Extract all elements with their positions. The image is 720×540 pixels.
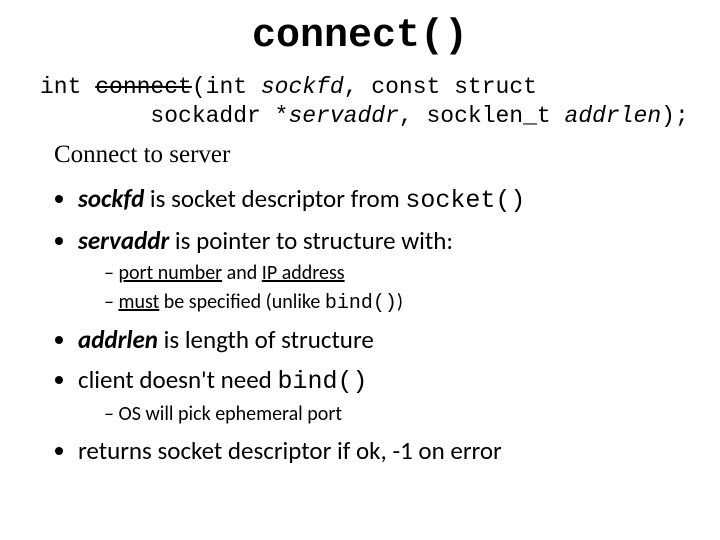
bullet-text: is socket descriptor from xyxy=(144,183,405,214)
code-bind: bind() xyxy=(325,292,397,315)
sub-bullet-ephemeral: OS will pick ephemeral port xyxy=(104,402,680,427)
sig-return-type: int xyxy=(40,74,95,100)
bullet-text: is length of structure xyxy=(158,324,374,355)
slide-title: connect() xyxy=(40,14,680,59)
sig-text-2: , socklen_t xyxy=(399,103,565,129)
sig-text-1: , const struct xyxy=(344,74,537,100)
bullet-addrlen: addrlen is length of structure xyxy=(78,324,680,356)
bullet-text: returns socket descriptor if ok, -1 on e… xyxy=(78,435,502,466)
param-name: servaddr xyxy=(78,225,169,256)
param-name: addrlen xyxy=(78,324,158,355)
sub-text: be specified (unlike xyxy=(159,290,325,314)
sig-param-servaddr: servaddr xyxy=(288,103,398,129)
bullet-list: sockfd is socket descriptor from socket(… xyxy=(54,183,680,467)
sub-text: and xyxy=(222,261,262,285)
underline-ip: IP address xyxy=(262,261,345,285)
sig-open: (int xyxy=(192,74,261,100)
underline-port: port number xyxy=(118,261,222,285)
code-socket: socket() xyxy=(405,186,525,215)
sub-bullet-must: must be specified (unlike bind()) xyxy=(104,290,680,316)
sig-param-sockfd: sockfd xyxy=(261,74,344,100)
underline-must: must xyxy=(118,290,159,314)
sig-param-addrlen: addrlen xyxy=(565,103,662,129)
bullet-sockfd: sockfd is socket descriptor from socket(… xyxy=(78,183,680,217)
sig-line2-indent: sockaddr * xyxy=(40,103,288,129)
code-bind: bind() xyxy=(277,367,367,396)
param-name: sockfd xyxy=(78,183,144,214)
sub-text: OS will pick ephemeral port xyxy=(118,402,342,426)
slide-description: Connect to server xyxy=(54,141,680,169)
slide: connect() int connect(int sockfd, const … xyxy=(0,0,720,540)
bullet-text: client doesn't need xyxy=(78,364,277,395)
bullet-client-bind: client doesn't need bind() OS will pick … xyxy=(78,364,680,427)
bullet-servaddr: servaddr is pointer to structure with: p… xyxy=(78,225,680,316)
bullet-return: returns socket descriptor if ok, -1 on e… xyxy=(78,435,680,467)
sub-bullet-list: port number and IP address must be speci… xyxy=(104,261,680,316)
bullet-text: is pointer to structure with: xyxy=(169,225,453,256)
sub-text-close: ) xyxy=(397,290,403,314)
sub-bullet-list: OS will pick ephemeral port xyxy=(104,402,680,427)
function-signature: int connect(int sockfd, const struct soc… xyxy=(40,73,680,131)
sub-bullet-port-ip: port number and IP address xyxy=(104,261,680,286)
sig-fn-name: connect xyxy=(95,74,192,100)
sig-close: ); xyxy=(661,103,689,129)
